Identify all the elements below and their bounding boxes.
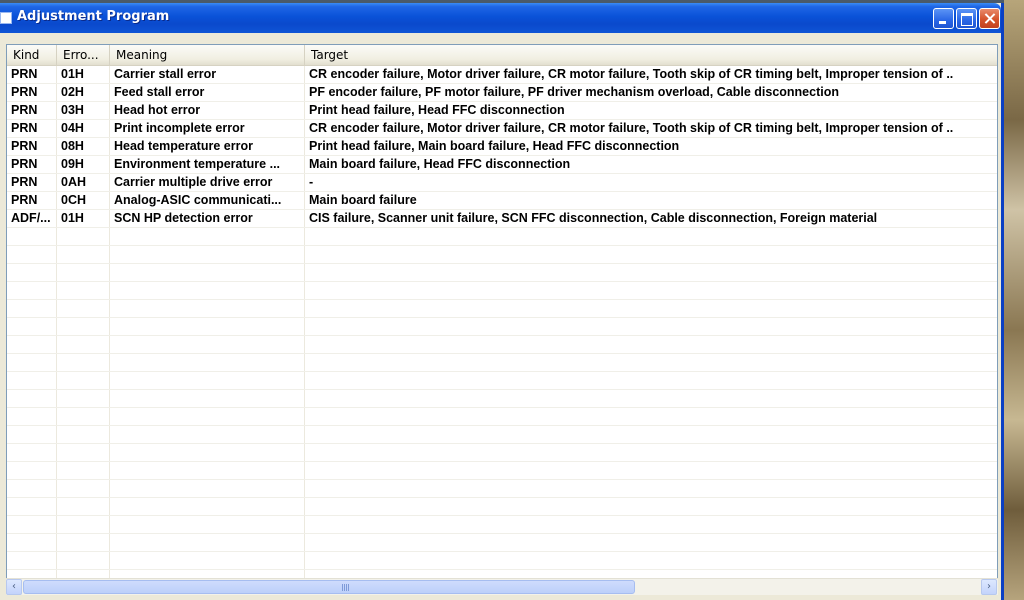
- empty-row: [7, 372, 997, 390]
- window-title: Adjustment Program: [17, 9, 170, 24]
- cell-kind: PRN: [11, 193, 38, 207]
- cell-kind: PRN: [11, 67, 38, 81]
- cell-error: 09H: [61, 157, 84, 171]
- cell-target: CIS failure, Scanner unit failure, SCN F…: [309, 211, 878, 225]
- empty-row: [7, 336, 997, 354]
- empty-row: [7, 390, 997, 408]
- empty-row: [7, 498, 997, 516]
- empty-row: [7, 516, 997, 534]
- cell-target: CR encoder failure, Motor driver failure…: [309, 67, 954, 81]
- table-row[interactable]: PRN 08H Head temperature error Print hea…: [7, 138, 997, 156]
- cell-target: PF encoder failure, PF motor failure, PF…: [309, 85, 839, 99]
- empty-row: [7, 282, 997, 300]
- cell-meaning: SCN HP detection error: [114, 211, 253, 225]
- table-row[interactable]: PRN 0AH Carrier multiple drive error -: [7, 174, 997, 192]
- error-list-view[interactable]: Kind Erro... Meaning Target PRN 01H Carr…: [6, 44, 998, 594]
- empty-row: [7, 552, 997, 570]
- cell-target: Main board failure, Head FFC disconnecti…: [309, 157, 571, 171]
- desktop-background: [1004, 0, 1024, 600]
- grip-icon: [342, 584, 350, 591]
- empty-row: [7, 354, 997, 372]
- cell-meaning: Carrier stall error: [114, 67, 217, 81]
- cell-meaning: Analog-ASIC communicati...: [114, 193, 282, 207]
- empty-row: [7, 246, 997, 264]
- adjustment-program-window: Adjustment Program Kind Erro... Meaning …: [0, 3, 1004, 600]
- empty-row: [7, 408, 997, 426]
- empty-row: [7, 228, 997, 246]
- table-row[interactable]: PRN 0CH Analog-ASIC communicati... Main …: [7, 192, 997, 210]
- maximize-button[interactable]: [956, 8, 977, 29]
- cell-target: Print head failure, Head FFC disconnecti…: [309, 103, 565, 117]
- empty-row: [7, 480, 997, 498]
- cell-meaning: Feed stall error: [114, 85, 205, 99]
- cell-target: CR encoder failure, Motor driver failure…: [309, 121, 954, 135]
- list-rows: PRN 01H Carrier stall error CR encoder f…: [7, 66, 997, 588]
- table-row[interactable]: ADF/... 01H SCN HP detection error CIS f…: [7, 210, 997, 228]
- cell-error: 01H: [61, 211, 84, 225]
- cell-meaning: Head hot error: [114, 103, 201, 117]
- table-row[interactable]: PRN 03H Head hot error Print head failur…: [7, 102, 997, 120]
- cell-target: -: [309, 175, 314, 189]
- cell-kind: PRN: [11, 157, 38, 171]
- scroll-left-arrow-icon[interactable]: ‹: [6, 579, 22, 595]
- cell-meaning: Environment temperature ...: [114, 157, 281, 171]
- cell-error: 01H: [61, 67, 84, 81]
- empty-row: [7, 300, 997, 318]
- title-bar[interactable]: Adjustment Program: [0, 3, 1001, 33]
- close-button[interactable]: [979, 8, 1000, 29]
- cell-kind: PRN: [11, 139, 38, 153]
- scroll-right-arrow-icon[interactable]: ›: [981, 579, 997, 595]
- cell-error: 02H: [61, 85, 84, 99]
- cell-meaning: Print incomplete error: [114, 121, 245, 135]
- empty-row: [7, 318, 997, 336]
- app-icon[interactable]: [0, 12, 12, 24]
- cell-meaning: Carrier multiple drive error: [114, 175, 273, 189]
- cell-kind: PRN: [11, 175, 38, 189]
- cell-error: 03H: [61, 103, 84, 117]
- list-header: Kind Erro... Meaning Target: [7, 45, 997, 66]
- cell-error: 04H: [61, 121, 84, 135]
- cell-error: 0CH: [61, 193, 87, 207]
- empty-row: [7, 444, 997, 462]
- empty-row: [7, 426, 997, 444]
- cell-error: 08H: [61, 139, 84, 153]
- cell-kind: PRN: [11, 121, 38, 135]
- cell-target: Main board failure: [309, 193, 417, 207]
- cell-meaning: Head temperature error: [114, 139, 253, 153]
- table-row[interactable]: PRN 02H Feed stall error PF encoder fail…: [7, 84, 997, 102]
- table-row[interactable]: PRN 01H Carrier stall error CR encoder f…: [7, 66, 997, 84]
- table-row[interactable]: PRN 09H Environment temperature ... Main…: [7, 156, 997, 174]
- table-row[interactable]: PRN 04H Print incomplete error CR encode…: [7, 120, 997, 138]
- cell-kind: PRN: [11, 85, 38, 99]
- cell-kind: PRN: [11, 103, 38, 117]
- cell-kind: ADF/...: [11, 211, 51, 225]
- empty-row: [7, 264, 997, 282]
- column-header-kind[interactable]: Kind: [7, 45, 57, 65]
- cell-target: Print head failure, Main board failure, …: [309, 139, 680, 153]
- empty-row: [7, 534, 997, 552]
- cell-error: 0AH: [61, 175, 87, 189]
- scrollbar-thumb[interactable]: [23, 580, 635, 594]
- minimize-button[interactable]: [933, 8, 954, 29]
- column-header-target[interactable]: Target: [305, 45, 997, 65]
- column-header-meaning[interactable]: Meaning: [110, 45, 305, 65]
- horizontal-scrollbar[interactable]: ‹ ›: [6, 578, 998, 595]
- empty-row: [7, 462, 997, 480]
- column-header-error[interactable]: Erro...: [57, 45, 110, 65]
